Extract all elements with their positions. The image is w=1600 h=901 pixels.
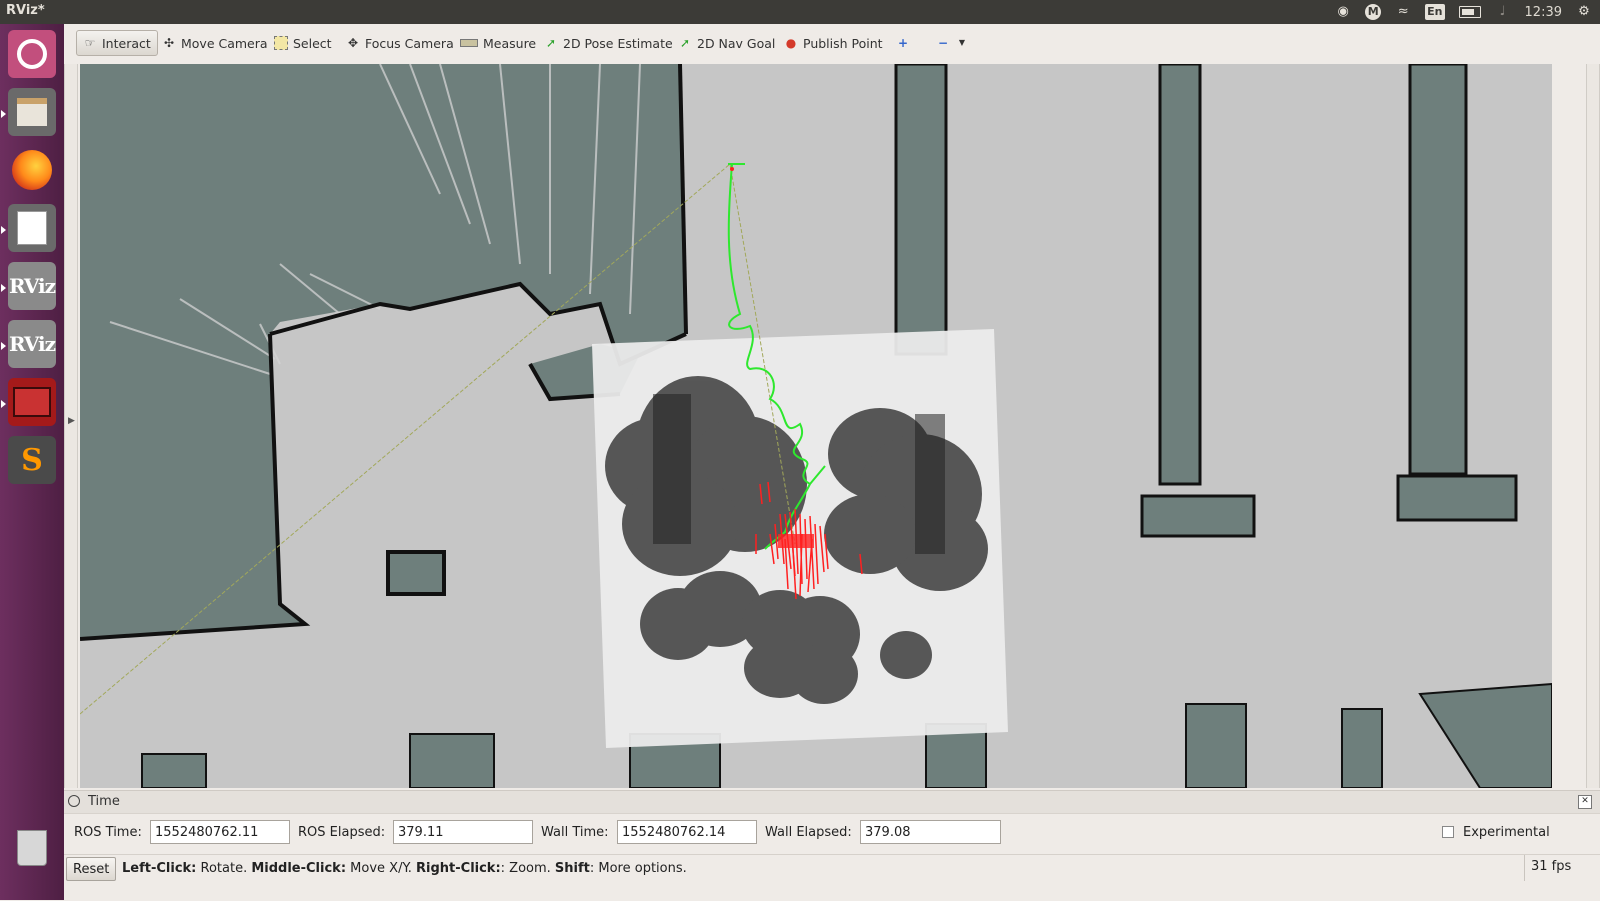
right-dock-splitter[interactable] [1586, 64, 1600, 788]
3d-view[interactable] [80, 64, 1552, 788]
render-panel-container: ▶ [64, 62, 1600, 790]
firefox-icon[interactable] [8, 146, 56, 194]
tool-label: 2D Pose Estimate [563, 35, 673, 51]
running-indicator [1, 400, 6, 408]
minus-icon: − [937, 36, 949, 50]
focus-camera-tool-button[interactable]: ✥ Focus Camera [340, 30, 460, 56]
wifi-icon[interactable]: ≈ [1395, 4, 1411, 20]
experimental-label: Experimental [1463, 825, 1550, 840]
sublime-icon[interactable]: S [8, 436, 56, 484]
help-desc: : More options. [589, 861, 687, 876]
close-icon[interactable]: ✕ [1578, 795, 1592, 809]
ros-elapsed-field[interactable] [393, 820, 533, 844]
panel-title: Time [88, 794, 120, 809]
wall-time-label: Wall Time: [541, 825, 609, 840]
tool-label: Focus Camera [365, 35, 454, 51]
mouse-help-text: Left-Click: Rotate. Middle-Click: Move X… [122, 861, 687, 876]
top-system-bar: RViz* ◉ M ≈ En ♩ 12:39 ⚙ [0, 0, 1600, 24]
move-camera-tool-button[interactable]: ✣ Move Camera [156, 30, 274, 56]
robot-pose [778, 534, 814, 548]
green-arrow-icon: ➚ [679, 36, 691, 50]
rviz-icon[interactable]: RViz [8, 320, 56, 368]
time-panel: Time ✕ ROS Time: ROS Elapsed: Wall Time:… [64, 790, 1600, 854]
move-camera-icon: ✣ [163, 36, 175, 50]
help-key: Left-Click: [122, 861, 197, 876]
measure-tool-button[interactable]: Measure [454, 30, 542, 56]
settings-gear-icon[interactable]: ⚙ [1576, 4, 1592, 20]
help-key: Middle-Click: [251, 861, 347, 876]
fps-counter: 31 fps [1524, 855, 1600, 881]
crosshair-icon: ✥ [347, 36, 359, 50]
ros-time-label: ROS Time: [74, 825, 142, 840]
obstacle-box [386, 550, 446, 596]
clock-icon [68, 795, 80, 807]
text-editor-icon[interactable] [8, 204, 56, 252]
running-indicator [1, 226, 6, 234]
wall-elapsed-field[interactable] [860, 820, 1001, 844]
remove-tool-button[interactable]: − ▼ [930, 30, 975, 56]
select-tool-button[interactable]: Select [268, 30, 338, 56]
help-desc: Move X/Y. [346, 861, 417, 876]
tool-label: 2D Nav Goal [697, 35, 776, 51]
bulb-icon[interactable]: ◉ [1335, 4, 1351, 20]
interact-tool-button[interactable]: ☞ Interact [76, 30, 158, 56]
select-box-icon [274, 36, 288, 50]
green-arrow-icon: ➚ [545, 36, 557, 50]
measuring-tape-icon [460, 39, 478, 47]
wall-elapsed-label: Wall Elapsed: [765, 825, 852, 840]
left-collapse-arrow-icon[interactable]: ▶ [68, 416, 75, 426]
trash-icon[interactable] [8, 824, 56, 872]
experimental-checkbox[interactable] [1442, 826, 1454, 838]
status-bar: Reset Left-Click: Rotate. Middle-Click: … [64, 854, 1600, 901]
clock[interactable]: 12:39 [1525, 5, 1562, 20]
map-pin-icon: ● [785, 36, 797, 50]
left-dock-splitter[interactable] [64, 64, 78, 788]
rviz-label: RViz [8, 274, 56, 298]
battery-icon[interactable] [1458, 6, 1481, 18]
help-desc: : Zoom. [500, 861, 555, 876]
wall-time-field[interactable] [617, 820, 757, 844]
tool-label: Move Camera [181, 35, 268, 51]
add-tool-button[interactable]: + [890, 30, 916, 56]
running-indicator [1, 342, 6, 350]
running-indicator [1, 284, 6, 292]
ubuntu-logo-icon[interactable] [8, 30, 56, 78]
chevron-down-icon: ▼ [958, 38, 966, 47]
rviz-toolbar: ☞ Interact ✣ Move Camera Select ✥ Focus … [64, 24, 1600, 63]
goal-point [730, 167, 734, 171]
keyboard-layout-icon[interactable]: En [1425, 4, 1445, 20]
tool-label: Interact [102, 35, 151, 51]
rviz-icon[interactable]: RViz [8, 262, 56, 310]
tool-label: Measure [483, 35, 537, 51]
volume-muted-icon[interactable]: ♩ [1495, 4, 1511, 20]
help-key: Shift [554, 861, 590, 876]
publish-point-tool-button[interactable]: ● Publish Point [778, 30, 889, 56]
hand-pointer-icon: ☞ [84, 36, 96, 50]
rviz-label: RViz [8, 332, 56, 356]
ros-elapsed-label: ROS Elapsed: [298, 825, 386, 840]
launcher: RViz RViz S [0, 24, 64, 900]
terminal-icon[interactable] [8, 378, 56, 426]
ros-time-field[interactable] [150, 820, 290, 844]
reset-button[interactable]: Reset [66, 857, 117, 881]
plus-icon: + [897, 36, 909, 50]
sublime-label: S [21, 442, 43, 478]
help-desc: Rotate. [196, 861, 252, 876]
time-panel-header: Time ✕ [64, 790, 1600, 814]
m-indicator-icon[interactable]: M [1365, 4, 1382, 20]
system-tray: ◉ M ≈ En ♩ 12:39 ⚙ [1335, 0, 1592, 24]
running-indicator [1, 110, 6, 118]
help-key: Right-Click: [416, 861, 501, 876]
2d-pose-estimate-tool-button[interactable]: ➚ 2D Pose Estimate [538, 30, 679, 56]
tool-label: Select [293, 35, 332, 51]
tool-label: Publish Point [803, 35, 883, 51]
map-render [80, 64, 1552, 788]
window-title: RViz* [6, 3, 45, 18]
file-cabinet-icon[interactable] [8, 88, 56, 136]
2d-nav-goal-tool-button[interactable]: ➚ 2D Nav Goal [672, 30, 781, 56]
